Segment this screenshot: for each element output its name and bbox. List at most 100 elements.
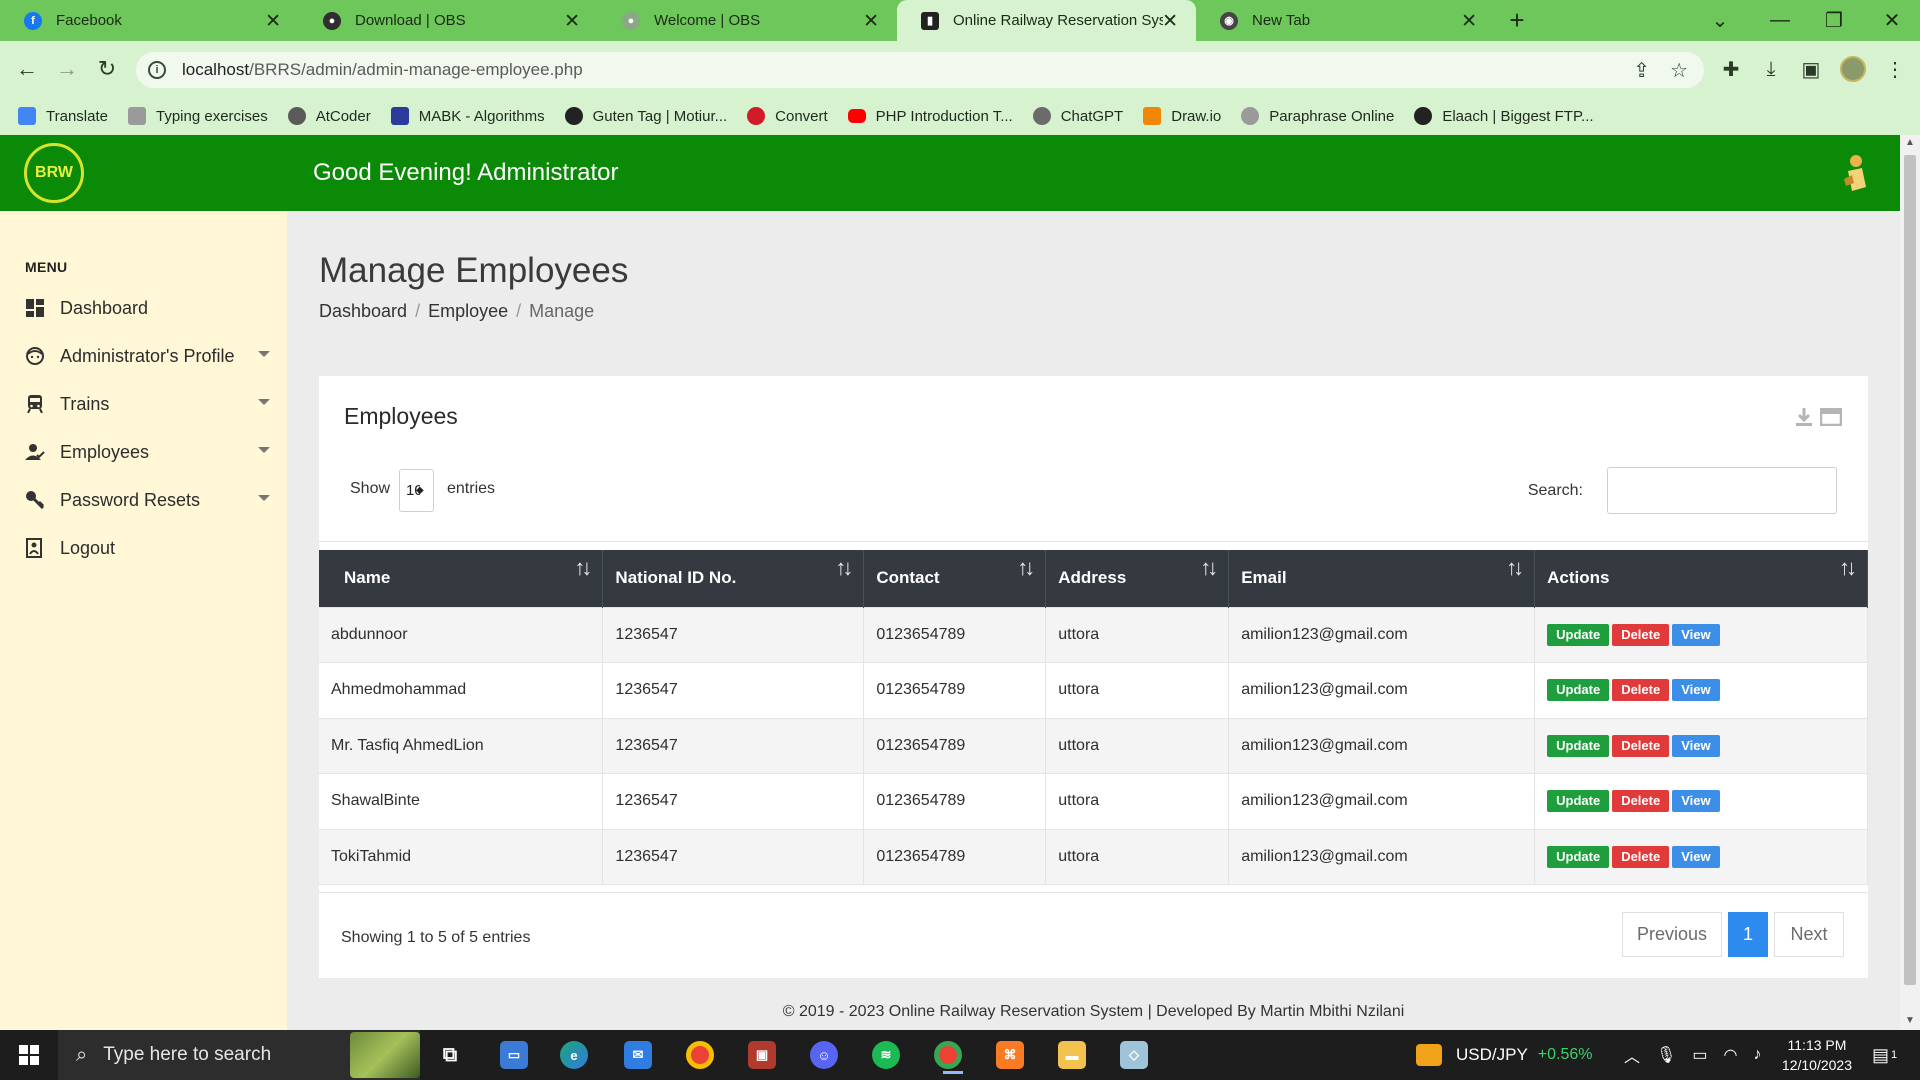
taskbar-search-box[interactable]: ⌕ Type here to search	[58, 1030, 420, 1080]
delete-button[interactable]: Delete	[1612, 845, 1670, 868]
scroll-up-arrow-icon[interactable]: ▲	[1905, 137, 1915, 148]
mail-icon[interactable]: ✉	[624, 1041, 652, 1069]
search-input[interactable]	[1607, 467, 1837, 514]
bookmark-item[interactable]: Translate	[18, 107, 108, 125]
close-icon[interactable]: ✕	[564, 10, 580, 33]
ticker-widget[interactable]: USD/JPY +0.56%	[1416, 1030, 1593, 1080]
maximize-card-icon[interactable]	[1820, 408, 1842, 426]
bookmark-item[interactable]: MABK - Algorithms	[390, 107, 545, 125]
bookmark-item[interactable]: Paraphrase Online	[1241, 107, 1394, 125]
battery-icon[interactable]: ▭	[1692, 1045, 1707, 1065]
delete-button[interactable]: Delete	[1612, 790, 1670, 813]
breadcrumb-employee[interactable]: Employee	[428, 301, 508, 322]
browser-tab[interactable]: ● Download | OBS ✕	[299, 0, 598, 41]
entries-per-page-select[interactable]: 10 ◆	[399, 469, 434, 512]
reload-button[interactable]: ↻	[92, 54, 122, 84]
delete-button[interactable]: Delete	[1612, 623, 1670, 646]
view-button[interactable]: View	[1672, 623, 1720, 646]
discord-icon[interactable]: ☺	[810, 1041, 838, 1069]
forward-button[interactable]: →	[52, 54, 82, 84]
scrollbar-thumb[interactable]	[1904, 155, 1916, 985]
view-button[interactable]: View	[1672, 845, 1720, 868]
column-header-contact[interactable]: Contact ↑↓	[863, 550, 1047, 607]
taskbar-clock[interactable]: 11:13 PM 12/10/2023	[1782, 1035, 1852, 1075]
brw-logo[interactable]: BRW	[24, 143, 84, 203]
sort-icon[interactable]: ↑↓	[1506, 555, 1524, 581]
view-button[interactable]: View	[1672, 734, 1720, 757]
update-button[interactable]: Update	[1547, 790, 1610, 813]
chrome-active-icon[interactable]	[934, 1041, 963, 1074]
scroll-down-arrow-icon[interactable]: ▼	[1905, 1015, 1915, 1026]
address-bar[interactable]: i localhost/BRRS/admin/admin-manage-empl…	[136, 52, 1704, 88]
sidebar-item-trains[interactable]: Trains	[25, 389, 270, 419]
column-header-actions[interactable]: Actions ↑↓	[1534, 550, 1868, 607]
delete-button[interactable]: Delete	[1612, 734, 1670, 757]
sort-icon[interactable]: ↑↓	[835, 555, 853, 581]
sort-icon[interactable]: ↑↓	[574, 555, 592, 581]
column-header-email[interactable]: Email ↑↓	[1228, 550, 1536, 607]
bookmark-item[interactable]: PHP Introduction T...	[847, 108, 1013, 125]
update-button[interactable]: Update	[1547, 679, 1610, 702]
delete-button[interactable]: Delete	[1612, 679, 1670, 702]
chevron-up-icon[interactable]: ︿	[1624, 1043, 1640, 1067]
bookmark-item[interactable]: Typing exercises	[127, 107, 268, 125]
menu-kebab-icon[interactable]: ⋮	[1880, 54, 1910, 84]
minimize-button[interactable]: —	[1752, 0, 1808, 41]
browser-tab[interactable]: ● Welcome | OBS ✕	[598, 0, 897, 41]
notification-button[interactable]: ▤ 1	[1872, 1030, 1897, 1080]
xampp-icon[interactable]: ⌘	[996, 1041, 1024, 1069]
close-icon[interactable]: ✕	[265, 10, 281, 33]
chrome-icon[interactable]	[686, 1041, 714, 1069]
back-button[interactable]: ←	[12, 54, 42, 84]
share-icon[interactable]: ⇪	[1633, 58, 1650, 83]
site-info-icon[interactable]: i	[148, 61, 166, 79]
view-button[interactable]: View	[1672, 790, 1720, 813]
page-1-button[interactable]: 1	[1728, 912, 1768, 957]
task-view-icon[interactable]: ⧉	[436, 1041, 464, 1069]
bookmark-item[interactable]: AtCoder	[287, 107, 371, 125]
sidebar-item-password-resets[interactable]: Password Resets	[25, 485, 270, 515]
sidebar-item-logout[interactable]: Logout	[25, 533, 270, 563]
close-icon[interactable]: ✕	[1162, 10, 1178, 33]
download-icon[interactable]	[1796, 408, 1812, 426]
browser-tab[interactable]: ◉ New Tab ✕	[1196, 0, 1495, 41]
column-header-national-id[interactable]: National ID No. ↑↓	[602, 550, 865, 607]
file-explorer-icon[interactable]: ▬	[1058, 1041, 1086, 1069]
sidebar-item-dashboard[interactable]: Dashboard	[25, 293, 270, 323]
bookmark-item[interactable]: Elaach | Biggest FTP...	[1414, 107, 1594, 125]
edge-icon[interactable]: e	[560, 1041, 588, 1069]
update-button[interactable]: Update	[1547, 623, 1610, 646]
previous-page-button[interactable]: Previous	[1622, 912, 1722, 957]
page-scrollbar[interactable]: ▲ ▼	[1900, 135, 1920, 1030]
browser-tab-active[interactable]: ▮ Online Railway Reservation System ✕	[897, 0, 1196, 41]
side-panel-icon[interactable]: ▣	[1796, 54, 1826, 84]
bookmark-item[interactable]: Guten Tag | Motiur...	[564, 107, 727, 125]
volume-icon[interactable]: ♪	[1753, 1046, 1761, 1064]
bookmark-star-icon[interactable]: ☆	[1670, 58, 1688, 83]
tab-search-chevron-icon[interactable]: ⌄	[1692, 0, 1748, 41]
microphone-icon[interactable]: 🎙︎	[1656, 1045, 1676, 1065]
profile-avatar[interactable]	[1838, 54, 1868, 84]
close-icon[interactable]: ✕	[1461, 10, 1477, 33]
app-icon[interactable]: ▣	[748, 1041, 776, 1069]
breadcrumb-dashboard[interactable]: Dashboard	[319, 301, 407, 322]
laptop-app-icon[interactable]: ▭	[500, 1041, 528, 1069]
bookmark-item[interactable]: ChatGPT	[1032, 107, 1123, 125]
download-icon[interactable]: ⤓	[1756, 54, 1786, 84]
next-page-button[interactable]: Next	[1774, 912, 1844, 957]
update-button[interactable]: Update	[1547, 845, 1610, 868]
sidebar-item-employees[interactable]: Employees	[25, 437, 270, 467]
column-header-address[interactable]: Address ↑↓	[1045, 550, 1230, 607]
sidebar-item-admin-profile[interactable]: Administrator's Profile	[25, 341, 270, 371]
start-button[interactable]	[0, 1030, 58, 1080]
app-icon[interactable]: ◇	[1120, 1041, 1148, 1069]
update-button[interactable]: Update	[1547, 734, 1610, 757]
view-button[interactable]: View	[1672, 679, 1720, 702]
sort-icon[interactable]: ↑↓	[1839, 555, 1857, 581]
new-tab-button[interactable]: +	[1495, 0, 1539, 41]
user-avatar-icon[interactable]	[1840, 153, 1870, 195]
close-window-button[interactable]: ✕	[1864, 0, 1920, 41]
bookmark-item[interactable]: Draw.io	[1143, 107, 1221, 125]
wifi-icon[interactable]: ◠	[1723, 1045, 1737, 1065]
browser-tab[interactable]: f Facebook ✕	[0, 0, 299, 41]
